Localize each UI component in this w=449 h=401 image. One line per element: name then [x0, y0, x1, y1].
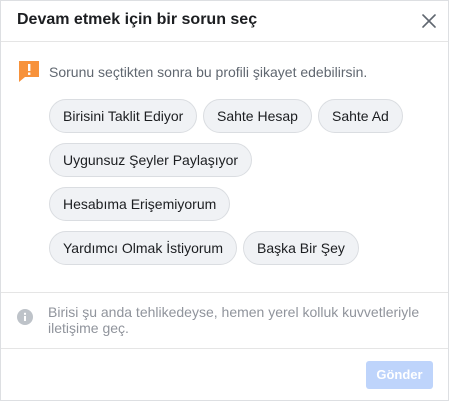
- notice-text: Sorunu seçtikten sonra bu profili şikaye…: [49, 64, 368, 80]
- close-button[interactable]: [415, 7, 443, 35]
- option-fake-account[interactable]: Sahte Hesap: [203, 99, 312, 133]
- exclamation-flag-icon: [19, 61, 39, 82]
- option-something-else[interactable]: Başka Bir Şey: [243, 231, 359, 265]
- options-row: Uygunsuz Şeyler Paylaşıyor: [49, 143, 439, 177]
- info-icon: [17, 309, 33, 325]
- option-inappropriate-content[interactable]: Uygunsuz Şeyler Paylaşıyor: [49, 143, 253, 177]
- options-row: Hesabıma Erişemiyorum: [49, 187, 439, 221]
- options-row: Birisini Taklit Ediyor Sahte Hesap Sahte…: [49, 99, 439, 133]
- option-want-to-help[interactable]: Yardımcı Olmak İstiyorum: [49, 231, 237, 265]
- report-dialog: Devam etmek için bir sorun seç Sorunu se…: [0, 0, 449, 401]
- close-icon: [422, 14, 436, 28]
- send-button[interactable]: Gönder: [366, 361, 433, 389]
- option-impersonating[interactable]: Birisini Taklit Ediyor: [49, 99, 198, 133]
- divider: [1, 292, 448, 293]
- options-row: Yardımcı Olmak İstiyorum Başka Bir Şey: [49, 231, 439, 265]
- report-notice: Sorunu seçtikten sonra bu profili şikaye…: [17, 59, 437, 83]
- dialog-title: Devam etmek için bir sorun seç: [17, 11, 258, 28]
- problem-options: Birisini Taklit Ediyor Sahte Hesap Sahte…: [49, 99, 439, 275]
- dialog-header: Devam etmek için bir sorun seç: [1, 1, 448, 42]
- safety-info-text: Birisi şu anda tehlikedeyse, hemen yerel…: [48, 304, 420, 336]
- divider: [1, 348, 448, 349]
- option-fake-name[interactable]: Sahte Ad: [318, 99, 403, 133]
- option-cannot-access-account[interactable]: Hesabıma Erişemiyorum: [49, 187, 231, 221]
